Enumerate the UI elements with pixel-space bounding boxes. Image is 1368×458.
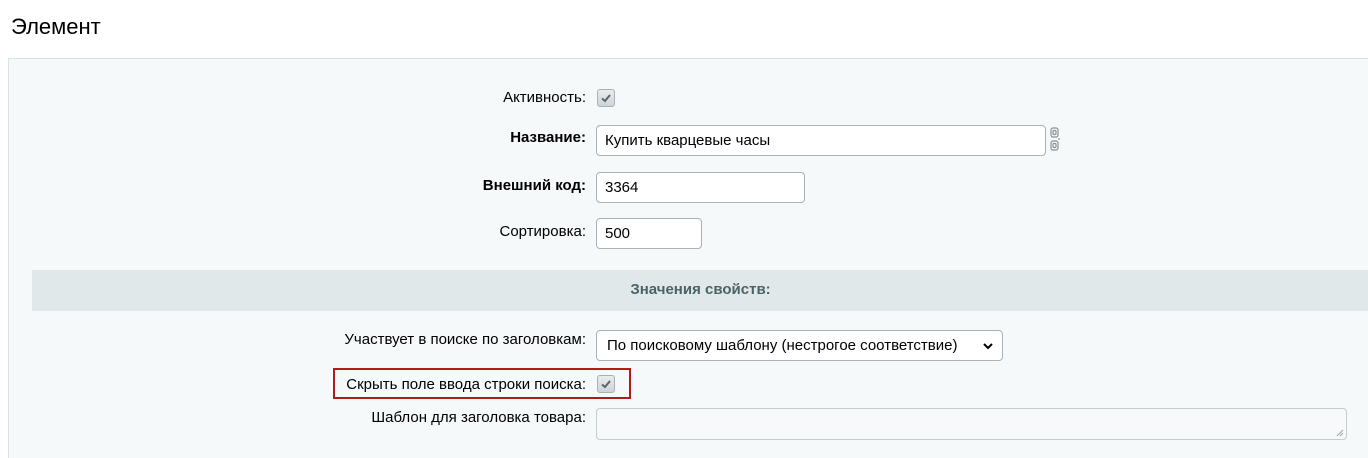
element-form-panel: Активность: Название: Внешний код: Сорти…	[8, 58, 1368, 458]
name-input[interactable]	[596, 125, 1046, 156]
active-checkbox[interactable]	[597, 89, 615, 107]
properties-section-header: Значения свойств:	[32, 270, 1368, 311]
resize-grip-icon[interactable]	[1336, 429, 1344, 437]
sort-label: Сортировка:	[499, 223, 587, 240]
properties-section-title: Значения свойств:	[630, 281, 771, 298]
page-title: Элемент	[11, 14, 101, 39]
search-by-titles-selected: По поисковому шаблону (нестрогое соответ…	[607, 337, 958, 354]
external-code-input[interactable]	[596, 172, 805, 203]
sort-input[interactable]	[596, 218, 702, 249]
check-icon	[601, 94, 611, 103]
external-code-label: Внешний код:	[482, 177, 586, 194]
hide-search-input-label: Скрыть поле ввода строки поиска:	[346, 376, 586, 393]
search-by-titles-label: Участвует в поиске по заголовкам:	[344, 331, 586, 348]
translit-icon[interactable]	[1048, 126, 1062, 154]
check-icon	[601, 380, 611, 389]
search-by-titles-select[interactable]: По поисковому шаблону (нестрогое соответ…	[596, 330, 1003, 361]
hide-search-input-checkbox[interactable]	[597, 375, 615, 393]
name-label: Название:	[510, 129, 586, 146]
active-label: Активность:	[503, 89, 586, 106]
title-template-label: Шаблон для заголовка товара:	[371, 409, 586, 426]
title-template-textarea[interactable]	[596, 408, 1347, 440]
chevron-down-icon	[983, 343, 993, 350]
